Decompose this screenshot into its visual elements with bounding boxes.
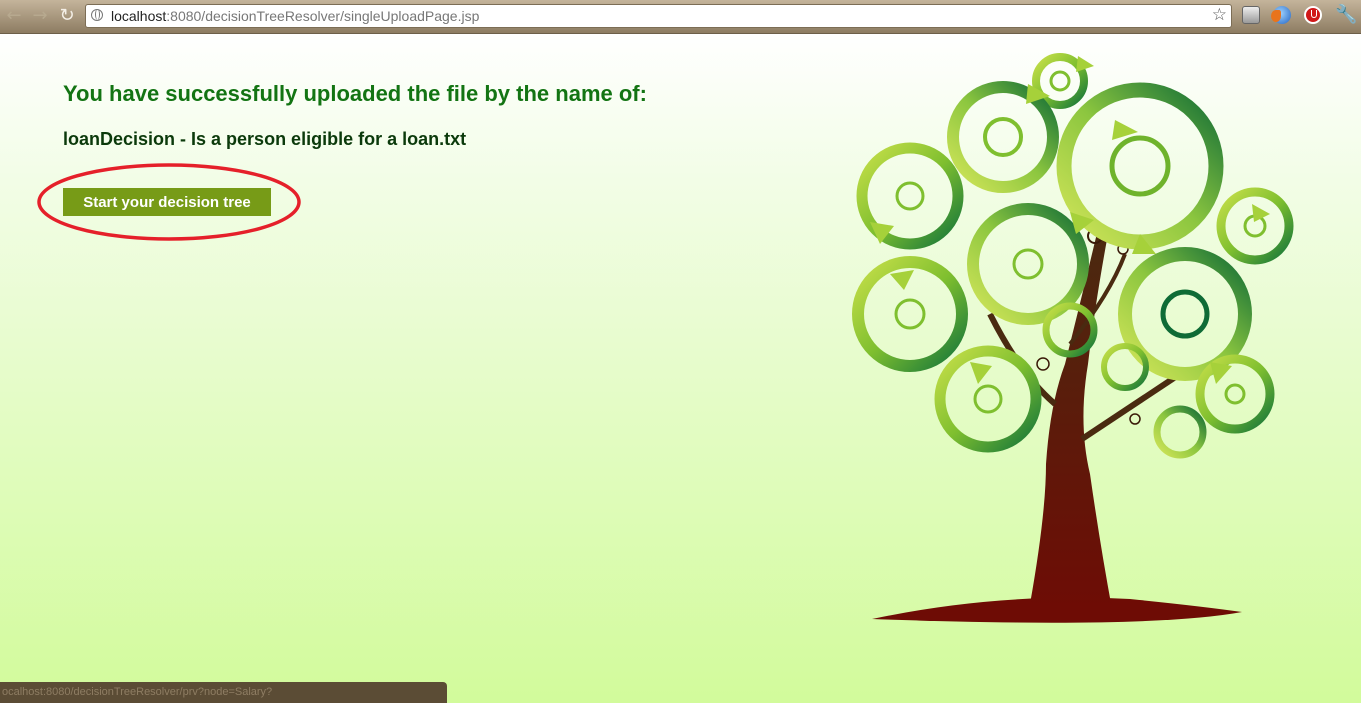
forward-arrow-icon[interactable]: →	[30, 6, 50, 26]
extension-power-icon[interactable]	[1304, 6, 1322, 24]
reload-icon[interactable]: ↻	[57, 6, 77, 26]
browser-toolbar: ← → ↻ localhost:8080/decisionTreeResolve…	[0, 0, 1361, 34]
extension-page-icon[interactable]	[1242, 6, 1260, 24]
bookmark-star-icon[interactable]: ☆	[1212, 5, 1227, 25]
back-arrow-icon[interactable]: ←	[4, 6, 24, 26]
uploaded-filename: loanDecision - Is a person eligible for …	[63, 129, 467, 149]
url-text[interactable]: localhost:8080/decisionTreeResolver/sing…	[111, 8, 479, 24]
address-bar[interactable]: localhost:8080/decisionTreeResolver/sing…	[85, 4, 1232, 28]
page-viewport: You have successfully uploaded the file …	[0, 34, 1361, 703]
globe-icon	[91, 9, 103, 21]
status-bar-link-preview: ocalhost:8080/decisionTreeResolver/prv?n…	[0, 682, 447, 703]
tree-illustration	[852, 53, 1294, 623]
page-heading: You have successfully uploaded the file …	[63, 81, 647, 106]
wrench-menu-icon[interactable]: 🔧	[1335, 4, 1357, 25]
start-decision-tree-button[interactable]: Start your decision tree	[63, 188, 271, 216]
extension-firefox-icon[interactable]	[1271, 6, 1291, 24]
